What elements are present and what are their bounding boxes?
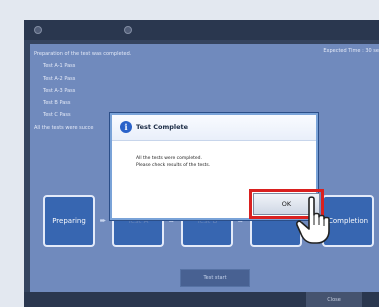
dialog-message-line: Please check results of the tests. xyxy=(136,163,211,168)
info-icon: i xyxy=(120,121,132,133)
log-item: Test A-3 Pass xyxy=(43,87,76,94)
pointing-hand-icon xyxy=(296,196,330,244)
step-preparing: Preparing xyxy=(43,195,95,247)
log-item: Test A-2 Pass xyxy=(43,75,76,82)
log-item: Test B Pass xyxy=(43,100,71,107)
expected-time: Expected Time : 30 se xyxy=(323,48,379,54)
arrow-icon: ➨ xyxy=(99,216,107,225)
dialog-titlebar: i Test Complete xyxy=(112,115,316,141)
close-button[interactable]: Close xyxy=(306,292,362,307)
dialog-title: Test Complete xyxy=(136,123,189,131)
test-start-button[interactable]: Test start xyxy=(180,269,250,287)
dialog-message: All the tests were completed. Please che… xyxy=(136,155,210,169)
log-header: Preparation of the test was completed. xyxy=(34,51,132,57)
mode-radio-2[interactable] xyxy=(124,26,132,34)
mode-radio-1[interactable] xyxy=(34,26,42,34)
mode-bar xyxy=(24,20,379,40)
dialog-message-line: All the tests were completed. xyxy=(136,156,202,161)
log-item: Test A-1 Pass xyxy=(43,63,76,70)
bottom-bar: Close xyxy=(24,292,379,307)
